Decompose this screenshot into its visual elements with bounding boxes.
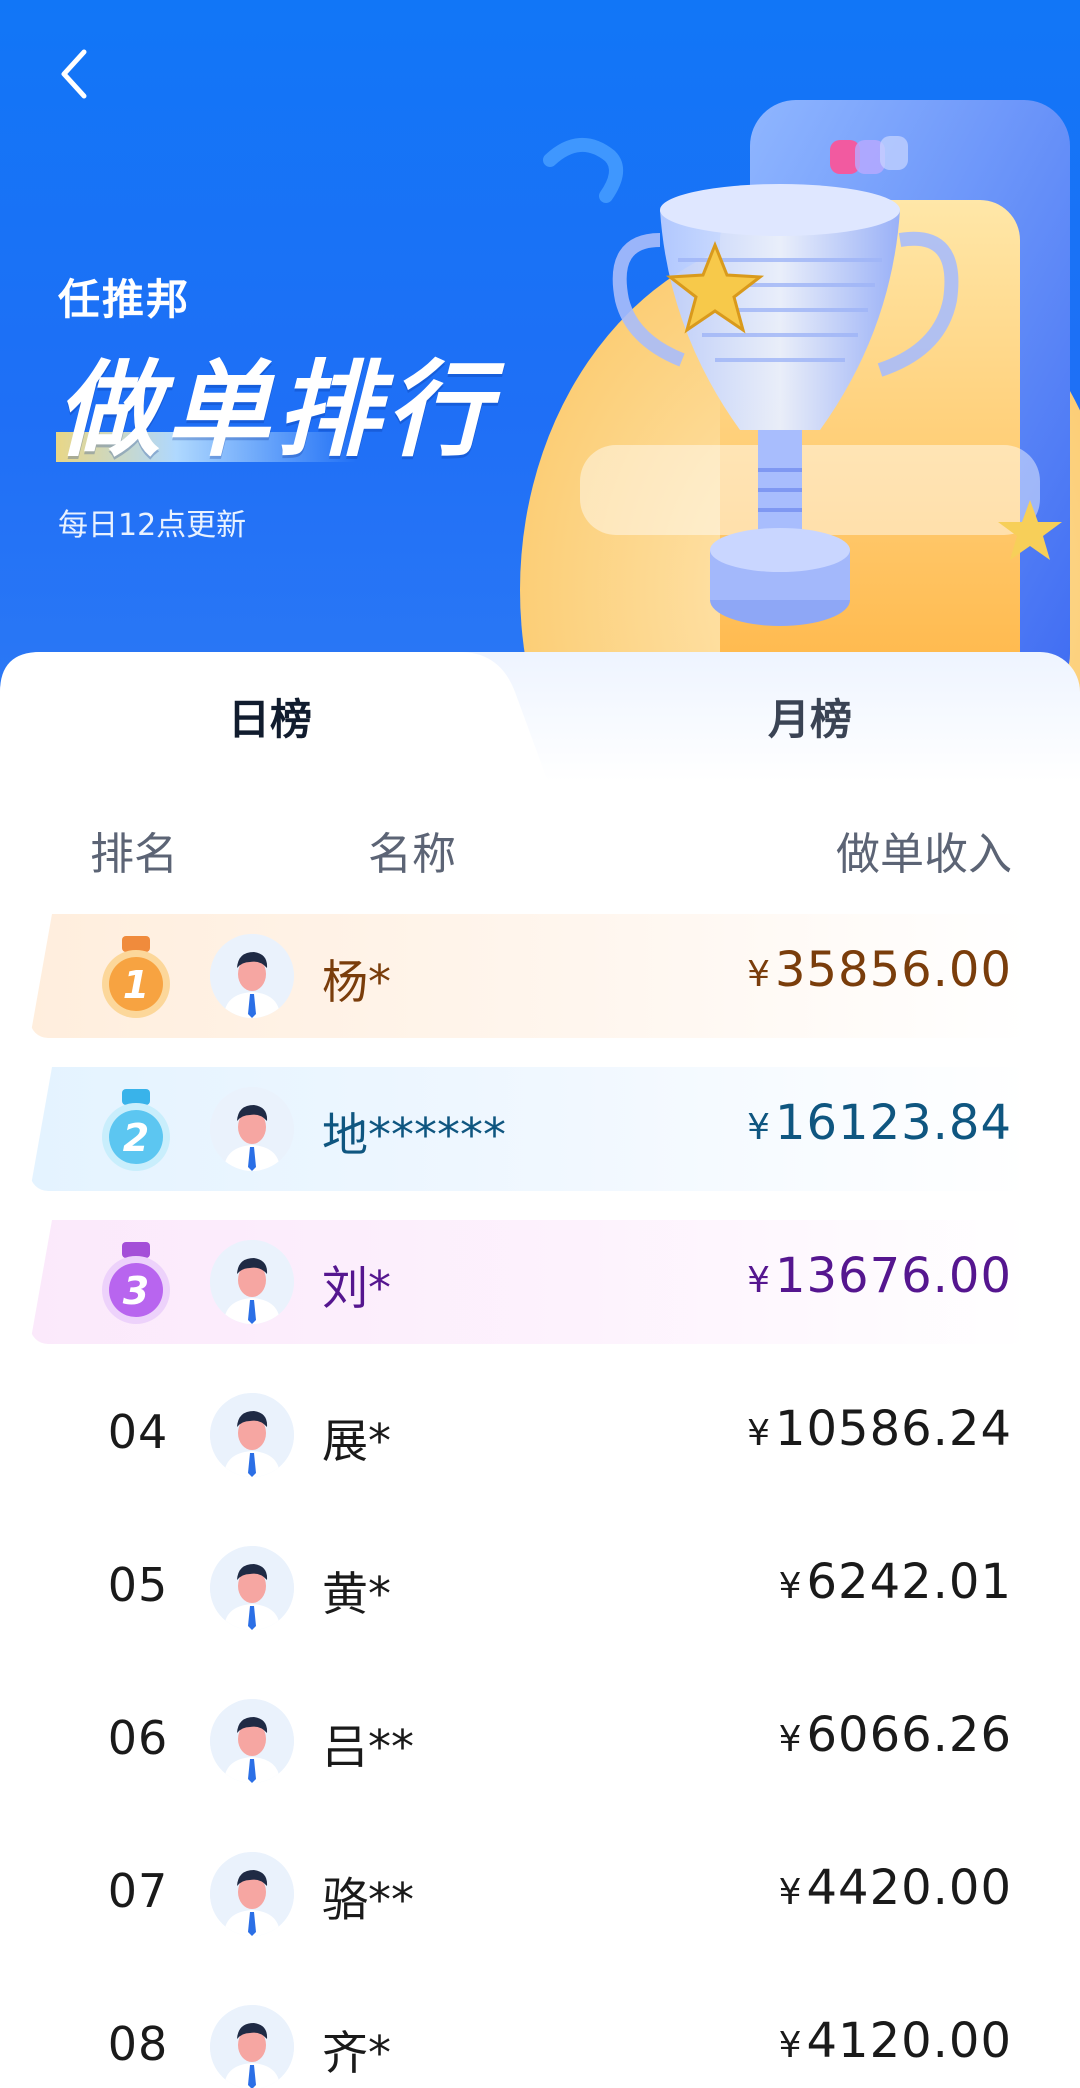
table-row[interactable]: 04 展* ¥10586.24 bbox=[0, 1371, 1080, 1524]
user-avatar-icon bbox=[210, 2005, 294, 2088]
user-name: 地****** bbox=[322, 1108, 506, 1162]
medal-3-icon: 3 bbox=[102, 1242, 170, 1324]
user-avatar-icon bbox=[210, 1393, 294, 1477]
user-avatar-icon bbox=[210, 1087, 294, 1171]
hero-banner: 任推邦 做单排行 每日12点更新 bbox=[0, 0, 1080, 700]
currency-symbol: ¥ bbox=[747, 954, 771, 995]
user-name: 骆** bbox=[322, 1873, 414, 1927]
rank-number: 05 bbox=[107, 1558, 169, 1612]
medal-1-icon: 1 bbox=[102, 936, 170, 1018]
rank-number: 08 bbox=[107, 2017, 169, 2071]
user-income: ¥6066.26 bbox=[779, 1707, 1012, 1763]
col-name: 名称 bbox=[368, 829, 456, 880]
rank-number: 06 bbox=[107, 1711, 169, 1765]
user-income: ¥16123.84 bbox=[747, 1095, 1012, 1151]
income-value: 35856.00 bbox=[774, 942, 1012, 998]
user-name: 杨* bbox=[322, 955, 391, 1009]
income-value: 6066.26 bbox=[806, 1707, 1012, 1763]
currency-symbol: ¥ bbox=[747, 1413, 771, 1454]
user-income: ¥4120.00 bbox=[779, 2013, 1012, 2069]
page-title: 做单排行 bbox=[56, 349, 497, 471]
user-name: 黄* bbox=[322, 1567, 391, 1621]
user-income: ¥10586.24 bbox=[747, 1401, 1012, 1457]
table-row[interactable]: 06 吕** ¥6066.26 bbox=[0, 1677, 1080, 1830]
user-income: ¥6242.01 bbox=[779, 1554, 1012, 1610]
user-income: ¥35856.00 bbox=[747, 942, 1012, 998]
medal-2-icon: 2 bbox=[102, 1089, 170, 1171]
col-rank: 排名 bbox=[90, 829, 178, 880]
trophy-illustration bbox=[520, 100, 1080, 700]
income-value: 4420.00 bbox=[806, 1860, 1012, 1916]
user-name: 刘* bbox=[322, 1261, 391, 1315]
income-value: 4120.00 bbox=[806, 2013, 1012, 2069]
tab-daily[interactable]: 日榜 bbox=[0, 690, 540, 750]
table-header: 排名 名称 做单收入 bbox=[0, 818, 1080, 880]
income-value: 10586.24 bbox=[774, 1401, 1012, 1457]
tab-monthly[interactable]: 月榜 bbox=[540, 690, 1080, 750]
currency-symbol: ¥ bbox=[778, 1872, 803, 1913]
update-note: 每日12点更新 bbox=[58, 508, 247, 543]
income-value: 16123.84 bbox=[774, 1095, 1012, 1151]
user-avatar-icon bbox=[210, 1852, 294, 1936]
col-income: 做单收入 bbox=[836, 829, 1012, 880]
currency-symbol: ¥ bbox=[747, 1107, 771, 1148]
page-title-wrap: 做单排行 bbox=[56, 350, 496, 470]
user-avatar-icon bbox=[210, 1240, 294, 1324]
user-income: ¥4420.00 bbox=[779, 1860, 1012, 1916]
currency-symbol: ¥ bbox=[778, 1719, 803, 1760]
table-row[interactable]: 07 骆** ¥4420.00 bbox=[0, 1830, 1080, 1983]
table-row[interactable]: 05 黄* ¥6242.01 bbox=[0, 1524, 1080, 1677]
user-name: 展* bbox=[322, 1414, 391, 1468]
table-row[interactable]: 1 杨* ¥35856.00 bbox=[0, 912, 1080, 1065]
user-avatar-icon bbox=[210, 934, 294, 1018]
income-value: 13676.00 bbox=[774, 1248, 1012, 1304]
user-income: ¥13676.00 bbox=[747, 1248, 1012, 1304]
table-row[interactable]: 3 刘* ¥13676.00 bbox=[0, 1218, 1080, 1371]
svg-text:2: 2 bbox=[123, 1116, 149, 1160]
rank-number: 07 bbox=[107, 1864, 169, 1918]
user-name: 齐* bbox=[322, 2026, 391, 2080]
rank-number: 04 bbox=[107, 1405, 169, 1459]
currency-symbol: ¥ bbox=[747, 1260, 771, 1301]
svg-text:1: 1 bbox=[123, 963, 149, 1007]
ranking-list: 1 杨* ¥35856.00 2 地****** ¥16123.84 3 刘* … bbox=[0, 912, 1080, 2088]
svg-text:3: 3 bbox=[123, 1269, 149, 1313]
currency-symbol: ¥ bbox=[778, 2025, 803, 2066]
table-row[interactable]: 2 地****** ¥16123.84 bbox=[0, 1065, 1080, 1218]
back-button[interactable] bbox=[44, 44, 104, 104]
brand-name: 任推邦 bbox=[58, 275, 191, 324]
income-value: 6242.01 bbox=[806, 1554, 1012, 1610]
user-name: 吕** bbox=[322, 1720, 414, 1774]
user-avatar-icon bbox=[210, 1699, 294, 1783]
table-row[interactable]: 08 齐* ¥4120.00 bbox=[0, 1983, 1080, 2088]
chevron-left-icon bbox=[61, 49, 87, 99]
currency-symbol: ¥ bbox=[778, 1566, 803, 1607]
user-avatar-icon bbox=[210, 1546, 294, 1630]
